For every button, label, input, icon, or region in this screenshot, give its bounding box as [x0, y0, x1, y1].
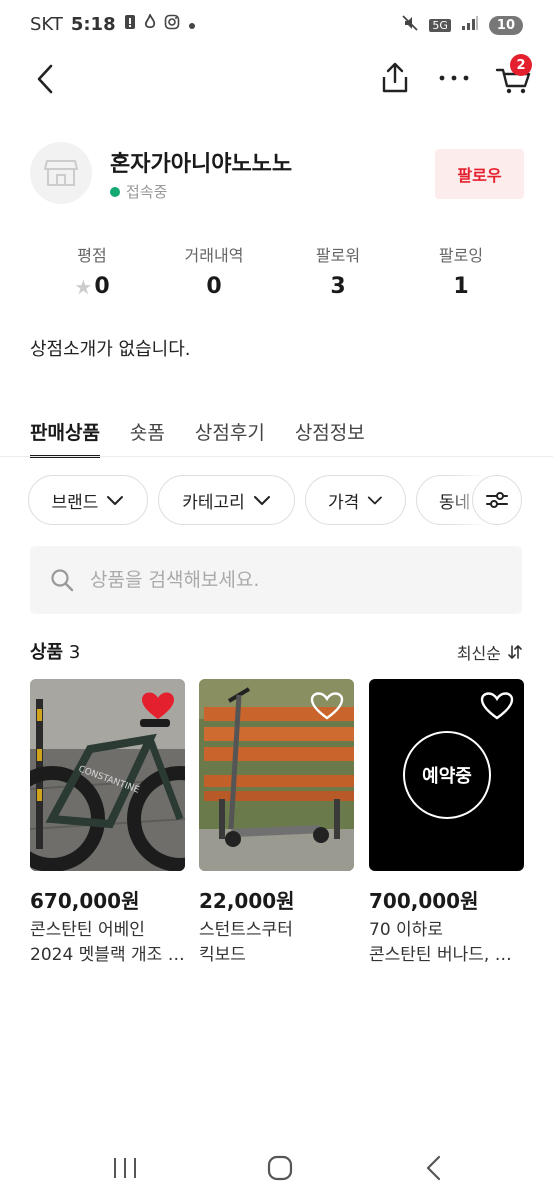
back-arrow-icon	[37, 64, 53, 94]
instagram-icon	[164, 14, 180, 35]
product-title-line2: 2024 멧블랙 개조 모델	[30, 945, 185, 965]
heart-filled-icon	[142, 692, 174, 719]
sort-label: 최신순	[456, 644, 501, 663]
product-image-reserved[interactable]: 예약중	[369, 679, 524, 871]
shop-intro: 상점소개가 없습니다.	[30, 339, 191, 360]
back-chevron-icon	[426, 1155, 441, 1181]
stat-value: 0	[94, 274, 110, 299]
stat-label: 거래내역	[184, 246, 244, 265]
stat-rating: 평점 ★ 0	[32, 242, 152, 299]
shop-tabs: 판매상품 숏폼 상점후기 상점정보	[30, 418, 395, 458]
like-button[interactable]	[310, 691, 344, 725]
carrier-label: SKT	[30, 14, 63, 35]
filter-brand[interactable]: 브랜드	[28, 475, 148, 525]
product-search-bar[interactable]	[30, 546, 522, 614]
product-count: 상품 3	[30, 638, 80, 664]
stat-transactions[interactable]: 거래내역 0	[154, 242, 274, 299]
system-nav-bar	[0, 1140, 553, 1200]
stat-label: 팔로잉	[438, 246, 484, 265]
product-title-line2: 킥보드	[199, 945, 246, 965]
tab-divider	[0, 456, 553, 457]
heart-outline-icon	[310, 692, 344, 720]
product-title-line2: 콘스탄틴 버나드, 어베인	[369, 945, 524, 965]
tab-shop-info[interactable]: 상점정보	[295, 418, 365, 458]
home-icon	[267, 1155, 293, 1181]
tab-reviews[interactable]: 상점후기	[195, 418, 265, 458]
product-count-value: 3	[68, 642, 81, 663]
product-image-bicycle[interactable]: CONSTANTINE	[30, 679, 185, 871]
sort-button[interactable]: 최신순	[457, 640, 523, 664]
stat-value: 0	[206, 274, 222, 299]
search-input[interactable]	[88, 568, 472, 592]
alert-icon	[124, 14, 136, 35]
stat-followers[interactable]: 팔로워 3	[278, 242, 398, 299]
status-right: 5G 10	[401, 14, 523, 36]
network-label: 5G	[429, 18, 451, 32]
status-bar: SKT 5:18 5G 10	[0, 0, 553, 52]
cart-count-badge: 2	[510, 54, 532, 76]
dot-icon	[188, 14, 196, 35]
cart-button[interactable]: 2	[494, 54, 534, 98]
recent-apps-icon	[114, 1158, 136, 1178]
stat-label: 평점	[77, 246, 107, 265]
clock: 5:18	[70, 14, 116, 35]
flame-icon	[144, 12, 156, 35]
share-button[interactable]	[378, 60, 412, 96]
chevron-down-icon	[368, 496, 383, 505]
stat-following[interactable]: 팔로잉 1	[401, 242, 521, 299]
product-card[interactable]: CONSTANTINE 670,000원 콘스탄틴 어베인 2024 멧블랙 개…	[30, 679, 185, 968]
product-price: 700,000원	[369, 889, 479, 913]
shop-avatar	[30, 142, 92, 204]
product-price: 670,000원	[30, 889, 140, 913]
product-title-line1: 70 이하로	[369, 920, 443, 940]
more-dots-icon	[439, 75, 469, 81]
online-status-text: 접속중	[126, 183, 168, 201]
tab-products[interactable]: 판매상품	[30, 418, 100, 458]
system-back-button[interactable]	[424, 1154, 444, 1186]
product-card[interactable]: 예약중 700,000원 70 이하로 콘스탄틴 버나드, 어베인	[369, 679, 524, 968]
tab-shorts[interactable]: 숏폼	[130, 418, 165, 458]
chevron-down-icon	[107, 496, 124, 505]
stat-value: 3	[330, 274, 346, 299]
product-count-label: 상품	[30, 642, 64, 663]
shop-name: 혼자가아니야노노노	[110, 152, 293, 177]
reserved-badge: 예약중	[403, 731, 491, 819]
filter-label: 카테고리	[182, 492, 245, 513]
product-image-scooter[interactable]	[199, 679, 354, 871]
more-options-button[interactable]	[436, 62, 472, 92]
mute-icon	[401, 14, 419, 36]
star-icon: ★	[74, 274, 93, 299]
stat-label: 팔로워	[315, 246, 361, 265]
store-icon	[44, 160, 78, 186]
product-price: 22,000원	[199, 889, 295, 913]
product-title-line1: 콘스탄틴 어베인	[30, 920, 145, 940]
back-button[interactable]	[30, 62, 64, 96]
like-button[interactable]	[480, 691, 514, 725]
home-button[interactable]	[266, 1154, 294, 1186]
filter-label: 가격	[328, 492, 360, 513]
filter-label: 브랜드	[51, 492, 99, 513]
stat-value-row: ★ 0	[32, 274, 152, 299]
filter-settings-button[interactable]	[472, 475, 522, 525]
online-dot-icon	[110, 186, 120, 197]
share-icon	[382, 62, 408, 93]
heart-outline-icon	[480, 692, 514, 720]
product-card[interactable]: 22,000원 스턴트스쿠터 킥보드	[199, 679, 354, 968]
recent-apps-button[interactable]	[112, 1156, 138, 1184]
follow-button[interactable]: 팔로우	[435, 149, 524, 199]
filter-price[interactable]: 가격	[305, 475, 406, 525]
search-icon	[51, 569, 74, 592]
battery-indicator: 10	[488, 15, 523, 35]
product-title-line1: 스턴트스쿠터	[199, 920, 293, 940]
like-button[interactable]	[141, 691, 175, 725]
sliders-icon	[486, 492, 508, 508]
filter-category[interactable]: 카테고리	[158, 475, 295, 525]
status-left: SKT 5:18	[30, 12, 196, 35]
online-status: 접속중	[110, 181, 167, 202]
sort-arrows-icon	[508, 645, 522, 659]
signal-icon	[461, 15, 479, 35]
chevron-down-icon	[253, 496, 270, 505]
stat-value: 1	[453, 274, 469, 299]
